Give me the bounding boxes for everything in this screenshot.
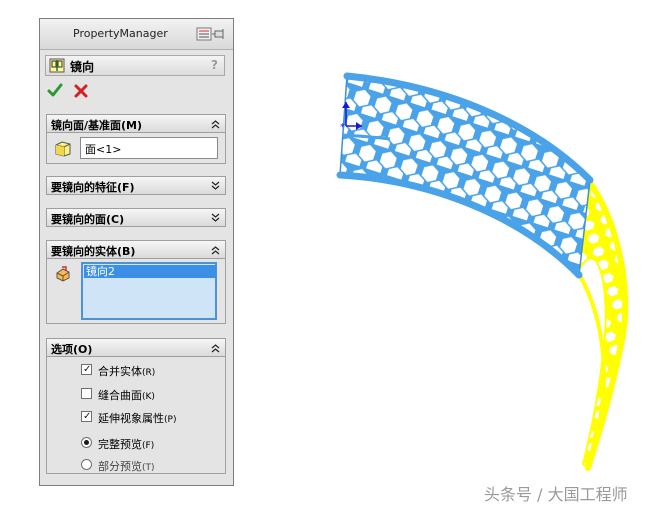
- propagate-visual-key: (P): [164, 415, 177, 425]
- help-button[interactable]: ?: [211, 58, 218, 72]
- expand-icon[interactable]: [211, 213, 220, 223]
- propagate-visual-label: 延伸视象属性: [98, 412, 164, 425]
- original-body[interactable]: [336, 72, 594, 279]
- face-icon: [55, 141, 71, 157]
- partial-preview-label: 部分预览: [98, 460, 142, 473]
- bodies-section-body: 镜向2: [46, 259, 226, 324]
- partial-preview-key: (T): [142, 463, 155, 473]
- collapse-icon[interactable]: [211, 119, 220, 129]
- checkbox[interactable]: ✓: [81, 411, 92, 422]
- mirror-feature-icon: [49, 58, 65, 73]
- knit-surfaces-key: (K): [142, 392, 155, 402]
- full-preview-label: 完整预览: [98, 438, 142, 451]
- features-section-header[interactable]: 要镜向的特征(F): [46, 176, 226, 195]
- feature-header: 镜向 ?: [45, 55, 225, 76]
- options-section-label: 选项(O): [51, 343, 93, 356]
- pin-icon[interactable]: [196, 26, 228, 42]
- options-section-header[interactable]: 选项(O): [46, 338, 226, 357]
- model-viewport[interactable]: *: [300, 40, 667, 480]
- mirror-face-section-header[interactable]: 镜向面/基准面(M): [46, 114, 226, 133]
- features-section-label: 要镜向的特征(F): [51, 181, 135, 194]
- expand-icon[interactable]: [211, 181, 220, 191]
- faces-section-label: 要镜向的面(C): [51, 213, 125, 226]
- list-item[interactable]: 镜向2: [84, 265, 216, 278]
- merge-solids-key: (R): [142, 368, 156, 378]
- bodies-section-header[interactable]: 要镜向的实体(B): [46, 240, 226, 259]
- bodies-section-label: 要镜向的实体(B): [51, 245, 136, 258]
- collapse-icon[interactable]: [211, 343, 220, 353]
- property-manager-title: PropertyManager: [73, 27, 168, 40]
- faces-section-header[interactable]: 要镜向的面(C): [46, 208, 226, 227]
- radio[interactable]: [81, 437, 92, 448]
- checkbox[interactable]: ✓: [81, 364, 92, 375]
- mirror-face-section-label: 镜向面/基准面(M): [51, 119, 143, 132]
- feature-name: 镜向: [70, 60, 95, 74]
- options-section-body: ✓ 合并实体(R) 缝合曲面(K) ✓ 延伸视象属性(P) 完整预览(F) 部分…: [46, 357, 226, 474]
- property-manager-title-bar: PropertyManager: [40, 19, 233, 50]
- full-preview-key: (F): [142, 441, 155, 451]
- mirror-face-section-body: 面<1>: [46, 133, 226, 164]
- cancel-button[interactable]: [73, 83, 89, 99]
- property-manager-panel: PropertyManager 镜向 ? 镜向面/基准面(M) 面<1> 要镜向…: [39, 18, 234, 486]
- radio[interactable]: [81, 459, 92, 470]
- bodies-list[interactable]: 镜向2: [81, 262, 217, 320]
- watermark: 头条号 / 大国工程师: [484, 485, 628, 504]
- collapse-icon[interactable]: [211, 245, 220, 255]
- solid-body-icon: [56, 266, 70, 282]
- ok-button[interactable]: [47, 82, 63, 98]
- svg-text:*: *: [340, 122, 345, 133]
- merge-solids-label: 合并实体: [98, 365, 142, 378]
- checkbox[interactable]: [81, 388, 92, 399]
- knit-surfaces-label: 缝合曲面: [98, 389, 142, 402]
- mirror-face-input[interactable]: 面<1>: [80, 137, 218, 159]
